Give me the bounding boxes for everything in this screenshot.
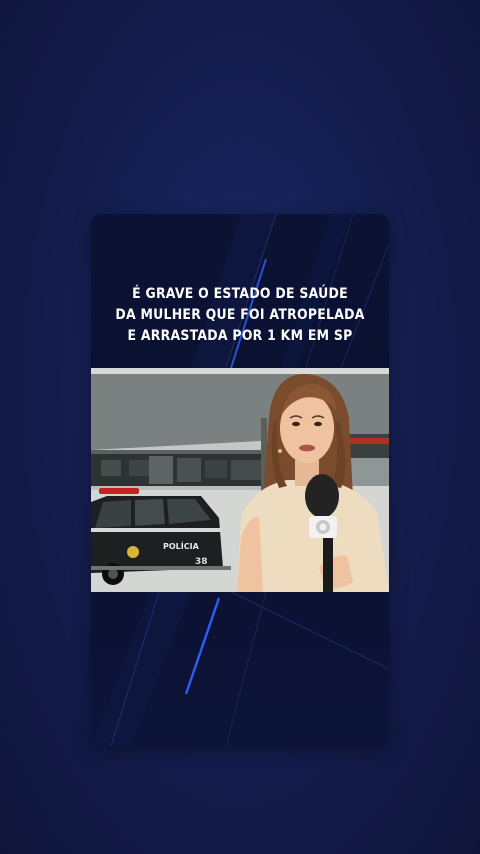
- car-police-text: POLÍCIA: [163, 540, 200, 551]
- car-number-text: 38: [195, 557, 208, 567]
- reporter-scene: POLÍCIA 38: [91, 368, 389, 592]
- headline-line-2: DA MULHER QUE FOI ATROPELADA: [115, 307, 365, 323]
- news-story-card[interactable]: É GRAVE O ESTADO DE SAÚDE DA MULHER QUE …: [91, 214, 389, 746]
- headline-line-1: É GRAVE O ESTADO DE SAÚDE: [132, 286, 348, 302]
- video-frame[interactable]: POLÍCIA 38: [91, 368, 389, 592]
- headline: É GRAVE O ESTADO DE SAÚDE DA MULHER QUE …: [112, 284, 368, 347]
- headline-line-3: E ARRASTADA POR 1 KM EM SP: [127, 328, 353, 344]
- story-page: É GRAVE O ESTADO DE SAÚDE DA MULHER QUE …: [0, 0, 480, 854]
- microphone-head: [305, 474, 339, 518]
